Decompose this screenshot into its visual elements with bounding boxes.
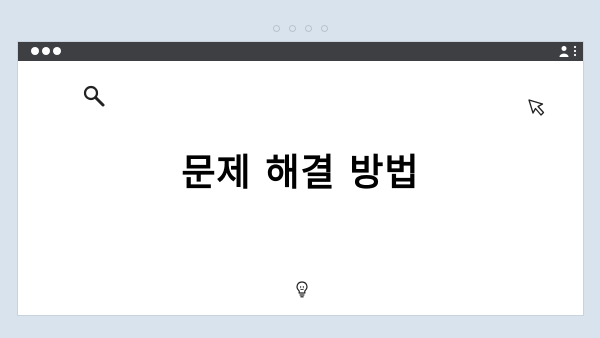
user-icon[interactable] — [559, 45, 569, 57]
lightbulb-icon — [296, 281, 308, 298]
close-dot[interactable] — [31, 47, 39, 55]
page-dot[interactable] — [304, 25, 312, 32]
page-dot[interactable] — [320, 25, 328, 32]
search-icon — [83, 85, 105, 107]
maximize-dot[interactable] — [53, 47, 61, 55]
window-controls — [31, 47, 61, 55]
browser-window: 문제 해결 방법 — [17, 41, 584, 316]
page-dot[interactable] — [272, 25, 280, 32]
page-indicator — [0, 25, 600, 32]
cursor-icon — [528, 99, 545, 116]
page-title: 문제 해결 방법 — [181, 151, 420, 194]
minimize-dot[interactable] — [42, 47, 50, 55]
kebab-menu-icon[interactable] — [573, 45, 577, 57]
page-dot[interactable] — [288, 25, 296, 32]
window-titlebar — [18, 42, 583, 61]
